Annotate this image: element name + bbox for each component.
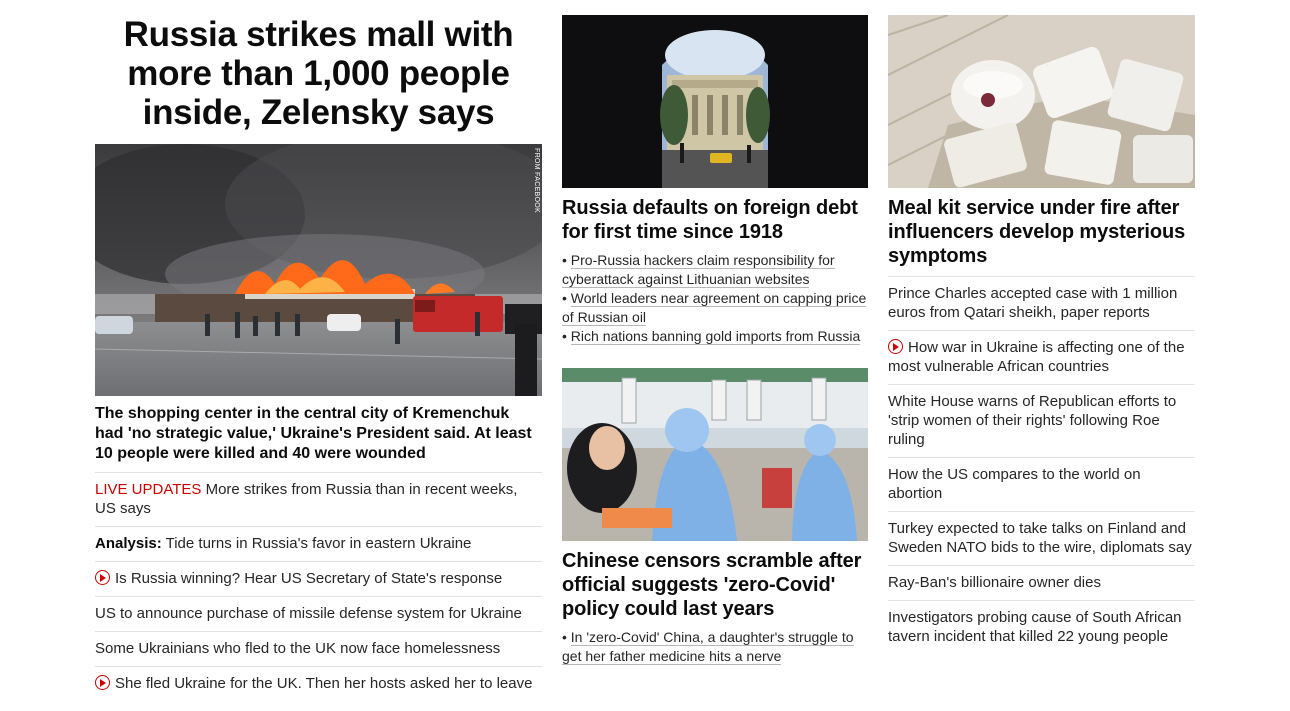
related-link-text: Tide turns in Russia's favor in eastern …	[165, 535, 472, 552]
bullet-link[interactable]: Rich nations banning gold imports from R…	[570, 328, 861, 345]
live-updates-label: LIVE UPDATES	[95, 481, 202, 498]
lead-story-column: Russia strikes mall with more than 1,000…	[95, 15, 542, 701]
list-item[interactable]: How war in Ukraine is affecting one of t…	[888, 330, 1195, 384]
play-circle-icon	[888, 339, 903, 354]
play-circle-icon	[95, 570, 110, 585]
related-link[interactable]: US to announce purchase of missile defen…	[95, 605, 522, 622]
related-link[interactable]: Is Russia winning? Hear US Secretary of …	[95, 570, 502, 587]
bullet-link[interactable]: In 'zero-Covid' China, a daughter's stru…	[562, 629, 854, 665]
bullet-link[interactable]: Pro-Russia hackers claim responsibility …	[562, 252, 835, 288]
headline-link[interactable]: How war in Ukraine is affecting one of t…	[888, 339, 1185, 375]
card-headline[interactable]: Meal kit service under fire after influe…	[888, 196, 1195, 268]
related-link[interactable]: She fled Ukraine for the UK. Then her ho…	[95, 675, 532, 692]
related-link-text: Is Russia winning? Hear US Secretary of …	[115, 570, 503, 587]
list-item[interactable]: White House warns of Republican efforts …	[888, 384, 1195, 457]
card-image-covid-testing[interactable]	[562, 368, 868, 541]
lead-headline[interactable]: Russia strikes mall with more than 1,000…	[95, 15, 542, 132]
image-credit: FROM FACEBOOK	[533, 148, 540, 213]
bullet-link[interactable]: World leaders near agreement on capping …	[562, 290, 867, 326]
list-item[interactable]: Ray-Ban's billionaire owner dies	[888, 565, 1195, 600]
list-item[interactable]: Analysis: Tide turns in Russia's favor i…	[95, 526, 542, 561]
list-item[interactable]: LIVE UPDATES More strikes from Russia th…	[95, 472, 542, 526]
headline-link[interactable]: Turkey expected to take talks on Finland…	[888, 520, 1192, 556]
list-item[interactable]: US to announce purchase of missile defen…	[95, 596, 542, 631]
lead-image-mall-fire[interactable]: FROM FACEBOOK	[95, 144, 542, 396]
card-bullet-list: • In 'zero-Covid' China, a daughter's st…	[562, 628, 868, 666]
card-headline[interactable]: Chinese censors scramble after official …	[562, 549, 868, 621]
headline-link[interactable]: Prince Charles accepted case with 1 mill…	[888, 285, 1177, 321]
bullet-item: • World leaders near agreement on cappin…	[562, 290, 867, 326]
related-link-text: She fled Ukraine for the UK. Then her ho…	[115, 675, 533, 692]
card-image-meal-kit[interactable]	[888, 15, 1195, 188]
related-link[interactable]: Some Ukrainians who fled to the UK now f…	[95, 640, 500, 657]
bullet-item: • Pro-Russia hackers claim responsibilit…	[562, 252, 835, 288]
list-item[interactable]: She fled Ukraine for the UK. Then her ho…	[95, 666, 542, 701]
headline-link[interactable]: Ray-Ban's billionaire owner dies	[888, 574, 1101, 591]
list-item[interactable]: Investigators probing cause of South Afr…	[888, 600, 1195, 654]
card-image-central-bank[interactable]	[562, 15, 868, 188]
headline-link[interactable]: Investigators probing cause of South Afr…	[888, 609, 1182, 645]
bullet-item: • In 'zero-Covid' China, a daughter's st…	[562, 629, 854, 665]
right-headline-list: Prince Charles accepted case with 1 mill…	[888, 276, 1195, 654]
headline-link[interactable]: How the US compares to the world on abor…	[888, 466, 1141, 502]
card-headline[interactable]: Russia defaults on foreign debt for firs…	[562, 196, 868, 244]
card-bullet-list: • Pro-Russia hackers claim responsibilit…	[562, 251, 868, 346]
bullet-item: • Rich nations banning gold imports from…	[562, 328, 861, 345]
related-link[interactable]: LIVE UPDATES More strikes from Russia th…	[95, 481, 517, 517]
analysis-label: Analysis:	[95, 535, 162, 552]
list-item[interactable]: Turkey expected to take talks on Finland…	[888, 511, 1195, 565]
play-circle-icon	[95, 675, 110, 690]
middle-column: Russia defaults on foreign debt for firs…	[562, 15, 868, 666]
related-link[interactable]: Analysis: Tide turns in Russia's favor i…	[95, 535, 471, 552]
headline-link-text: How war in Ukraine is affecting one of t…	[888, 339, 1185, 375]
list-item[interactable]: Is Russia winning? Hear US Secretary of …	[95, 561, 542, 596]
list-item[interactable]: Some Ukrainians who fled to the UK now f…	[95, 631, 542, 666]
right-column: Meal kit service under fire after influe…	[888, 15, 1195, 654]
list-item[interactable]: Prince Charles accepted case with 1 mill…	[888, 276, 1195, 330]
headline-link[interactable]: White House warns of Republican efforts …	[888, 393, 1176, 448]
lead-dek[interactable]: The shopping center in the central city …	[95, 404, 542, 464]
lead-related-list: LIVE UPDATES More strikes from Russia th…	[95, 472, 542, 701]
list-item[interactable]: How the US compares to the world on abor…	[888, 457, 1195, 511]
